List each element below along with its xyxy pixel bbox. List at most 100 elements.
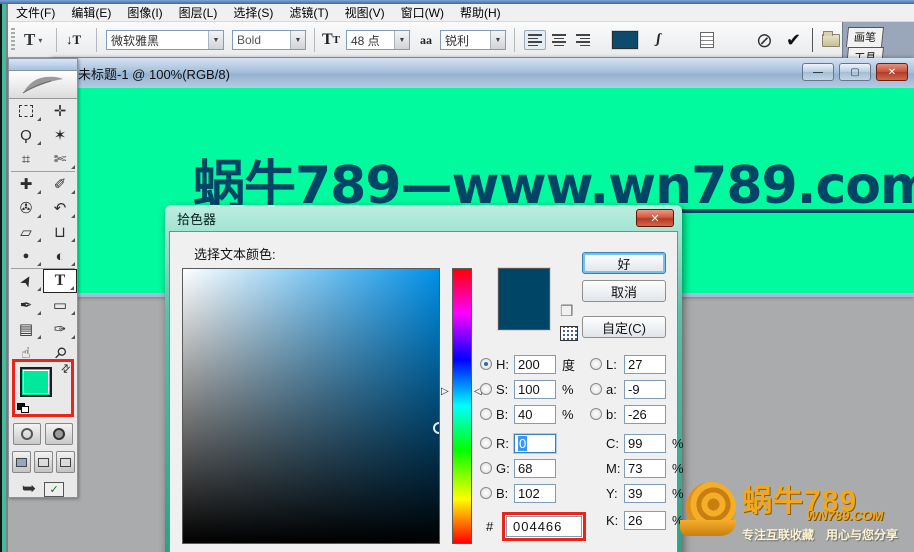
radio-s[interactable] bbox=[480, 383, 492, 395]
tool-brush[interactable]: ✐ bbox=[43, 172, 77, 196]
options-grip[interactable] bbox=[11, 28, 15, 52]
dialog-title-bar[interactable]: 拾色器 bbox=[165, 205, 682, 231]
tool-move[interactable]: ✛ bbox=[43, 99, 77, 123]
type-tool-preset[interactable]: T ▾ bbox=[24, 22, 42, 58]
fullscreen-menu-button[interactable] bbox=[34, 451, 53, 473]
custom-button[interactable]: 自定(C) bbox=[582, 316, 666, 338]
l-input[interactable]: 27 bbox=[624, 355, 666, 374]
tool-paint-bucket[interactable]: ⊔ bbox=[43, 220, 77, 244]
rgb-b-input[interactable]: 102 bbox=[514, 484, 556, 503]
align-left-button[interactable] bbox=[524, 30, 546, 50]
menu-view[interactable]: 视图(V) bbox=[337, 3, 393, 22]
menu-select[interactable]: 选择(S) bbox=[225, 3, 281, 22]
menu-filter[interactable]: 滤镜(T) bbox=[281, 3, 336, 22]
font-style-select[interactable]: Bold ▼ bbox=[232, 30, 306, 50]
tool-pen[interactable]: ✒ bbox=[9, 293, 43, 317]
cancel-edits-button[interactable]: ⊘ bbox=[756, 22, 773, 58]
menu-help[interactable]: 帮助(H) bbox=[452, 3, 509, 22]
tool-history-brush[interactable]: ↶ bbox=[43, 196, 77, 220]
g-input[interactable]: 68 bbox=[514, 459, 556, 478]
standard-mode-button[interactable] bbox=[13, 423, 41, 445]
tool-healing-brush[interactable]: ✚ bbox=[9, 172, 43, 196]
tool-eyedropper[interactable]: ✑ bbox=[43, 317, 77, 341]
tool-marquee[interactable] bbox=[9, 99, 43, 123]
jump-to-imageready-button[interactable]: ➥ bbox=[22, 479, 36, 499]
warp-text-button[interactable]: ʃ bbox=[656, 22, 660, 58]
cancel-button[interactable]: 取消 bbox=[582, 280, 666, 302]
toolbox-title-bar[interactable] bbox=[9, 59, 77, 71]
align-center-button[interactable] bbox=[548, 30, 570, 50]
minimize-button[interactable]: — bbox=[802, 63, 834, 81]
dialog-close-button[interactable]: ✕ bbox=[636, 209, 674, 227]
tool-dodge[interactable]: ◐ bbox=[43, 244, 77, 268]
tool-eraser[interactable]: ▱ bbox=[9, 220, 43, 244]
align-right-button[interactable] bbox=[572, 30, 594, 50]
radio-g[interactable] bbox=[480, 462, 492, 474]
b-input[interactable]: 40 bbox=[514, 405, 556, 424]
swatch-warning-icon[interactable] bbox=[560, 326, 578, 341]
tool-lasso[interactable]: Ϙ bbox=[9, 123, 43, 147]
foreground-color-swatch[interactable] bbox=[20, 367, 52, 397]
web-safe-cube-icon[interactable]: ❒ bbox=[560, 302, 573, 320]
chevron-down-icon[interactable]: ▼ bbox=[394, 31, 409, 49]
imageready-icon[interactable]: ✓ bbox=[44, 482, 64, 497]
close-button[interactable]: ✕ bbox=[876, 63, 908, 81]
radio-h[interactable] bbox=[480, 358, 492, 370]
hue-slider[interactable] bbox=[452, 268, 472, 544]
saturation-brightness-field[interactable] bbox=[182, 268, 440, 544]
document-title-bar[interactable]: 未标题-1 @ 100%(RGB/8) — ▢ ✕ bbox=[49, 58, 914, 88]
menu-file[interactable]: 文件(F) bbox=[8, 3, 63, 22]
menu-window[interactable]: 窗口(W) bbox=[393, 3, 452, 22]
antialias-select[interactable]: 锐利 ▼ bbox=[440, 30, 506, 50]
radio-lab-b[interactable] bbox=[590, 408, 602, 420]
text-color-swatch[interactable] bbox=[612, 22, 638, 58]
menu-edit[interactable]: 编辑(E) bbox=[63, 3, 119, 22]
s-input[interactable]: 100 bbox=[514, 380, 556, 399]
h-input[interactable]: 200 bbox=[514, 355, 556, 374]
quick-mask-button[interactable] bbox=[45, 423, 73, 445]
font-size-select[interactable]: 48 点 ▼ bbox=[346, 30, 410, 50]
tool-slice[interactable]: ✄ bbox=[43, 147, 77, 171]
tab-brushes[interactable]: 画笔 bbox=[846, 27, 884, 47]
photoshop-logo[interactable] bbox=[9, 71, 77, 99]
chevron-down-icon[interactable]: ▼ bbox=[490, 31, 505, 49]
tool-path-select[interactable]: ➤ bbox=[9, 269, 43, 293]
tool-shape[interactable]: ▭ bbox=[43, 293, 77, 317]
tool-clone-stamp[interactable]: ✇ bbox=[9, 196, 43, 220]
radio-r[interactable] bbox=[480, 437, 492, 449]
ok-button[interactable]: 好 bbox=[582, 252, 666, 274]
commit-edits-button[interactable]: ✔ bbox=[786, 22, 801, 58]
m-input[interactable]: 73 bbox=[624, 459, 666, 478]
tool-type-selected[interactable]: T bbox=[43, 269, 77, 293]
tool-magic-wand[interactable]: ✶ bbox=[43, 123, 77, 147]
hue-slider-left-arrow[interactable]: ▷ bbox=[441, 386, 449, 397]
swap-colors-icon[interactable]: ⇄ bbox=[58, 361, 74, 377]
y-input[interactable]: 39 bbox=[624, 484, 666, 503]
menu-image[interactable]: 图像(I) bbox=[119, 3, 170, 22]
fullscreen-button[interactable] bbox=[56, 451, 75, 473]
radio-b[interactable] bbox=[480, 408, 492, 420]
tool-blur[interactable]: ● bbox=[9, 244, 43, 268]
menu-layer[interactable]: 图层(L) bbox=[171, 3, 226, 22]
default-colors-icon[interactable] bbox=[17, 403, 29, 413]
radio-l[interactable] bbox=[590, 358, 602, 370]
tool-crop[interactable]: ⌗ bbox=[9, 147, 43, 171]
radio-a[interactable] bbox=[590, 383, 602, 395]
text-orientation-button[interactable]: ↓T bbox=[66, 22, 81, 58]
k-input[interactable]: 26 bbox=[624, 511, 666, 530]
tool-notes[interactable]: ▤ bbox=[9, 317, 43, 341]
toggle-palettes-button[interactable] bbox=[700, 22, 714, 58]
font-family-select[interactable]: 微软雅黑 ▼ bbox=[106, 30, 224, 50]
hex-input[interactable]: 004466 bbox=[506, 516, 582, 537]
r-input[interactable]: 0 bbox=[514, 434, 556, 453]
color-field-marker[interactable] bbox=[433, 422, 440, 434]
radio-rgb-b[interactable] bbox=[480, 487, 492, 499]
lab-b-input[interactable]: -26 bbox=[624, 405, 666, 424]
maximize-button[interactable]: ▢ bbox=[839, 63, 871, 81]
chevron-down-icon[interactable]: ▼ bbox=[290, 31, 305, 49]
c-input[interactable]: 99 bbox=[624, 434, 666, 453]
standard-screen-button[interactable] bbox=[12, 451, 31, 473]
chevron-down-icon[interactable]: ▼ bbox=[208, 31, 223, 49]
a-input[interactable]: -9 bbox=[624, 380, 666, 399]
file-browser-button[interactable] bbox=[822, 22, 840, 58]
